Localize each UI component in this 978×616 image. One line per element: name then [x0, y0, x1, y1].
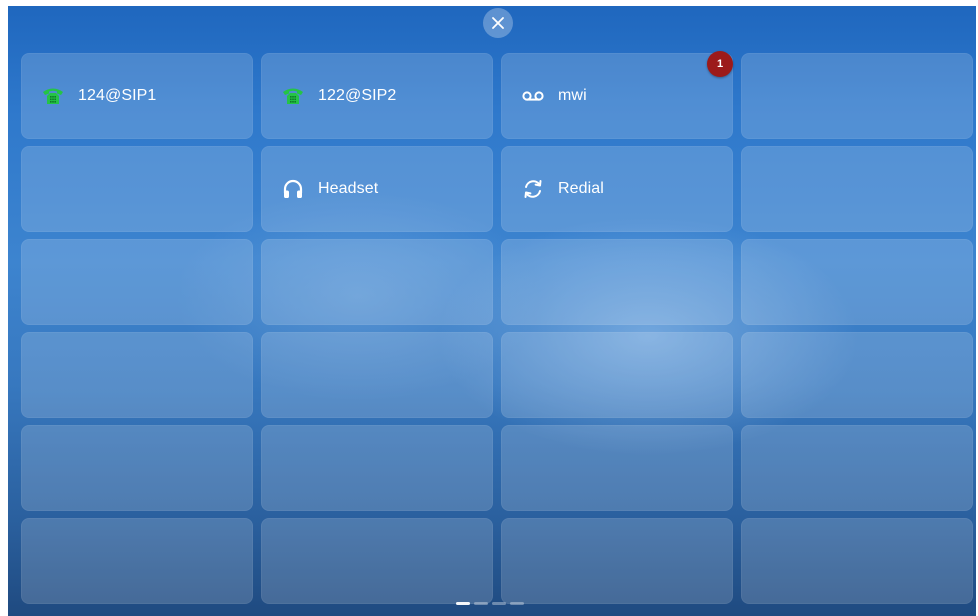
empty-key[interactable] [741, 53, 973, 139]
mwi-key-label: mwi [558, 87, 587, 104]
empty-key[interactable] [741, 425, 973, 511]
empty-key[interactable] [261, 518, 493, 604]
close-icon [492, 17, 504, 29]
empty-key[interactable] [741, 518, 973, 604]
headset-key-label: Headset [318, 180, 379, 197]
page-dot[interactable] [510, 602, 524, 605]
redial-icon [522, 178, 544, 200]
empty-key[interactable] [501, 332, 733, 418]
empty-key[interactable] [261, 332, 493, 418]
empty-key[interactable] [261, 425, 493, 511]
phone-icon [42, 85, 64, 107]
empty-key[interactable] [21, 425, 253, 511]
dsskey-screen: 124@SIP1 122@SIP2 mwi 1 Headset Redial [8, 6, 976, 616]
line-key-label: 122@SIP2 [318, 87, 397, 104]
empty-key[interactable] [501, 518, 733, 604]
page-indicator[interactable] [456, 602, 524, 605]
headset-key[interactable]: Headset [261, 146, 493, 232]
empty-key[interactable] [21, 146, 253, 232]
phone-icon [282, 85, 304, 107]
empty-key[interactable] [741, 332, 973, 418]
headset-icon [282, 178, 304, 200]
message-count-badge: 1 [707, 51, 733, 77]
line-key-124-sip1[interactable]: 124@SIP1 [21, 53, 253, 139]
empty-key[interactable] [501, 425, 733, 511]
empty-key[interactable] [741, 239, 973, 325]
empty-key[interactable] [261, 239, 493, 325]
line-key-122-sip2[interactable]: 122@SIP2 [261, 53, 493, 139]
empty-key[interactable] [741, 146, 973, 232]
voicemail-icon [522, 85, 544, 107]
redial-key-label: Redial [558, 180, 604, 197]
empty-key[interactable] [21, 518, 253, 604]
redial-key[interactable]: Redial [501, 146, 733, 232]
empty-key[interactable] [21, 239, 253, 325]
line-key-label: 124@SIP1 [78, 87, 157, 104]
empty-key[interactable] [501, 239, 733, 325]
page-dot-active[interactable] [456, 602, 470, 605]
empty-key[interactable] [21, 332, 253, 418]
mwi-key[interactable]: mwi 1 [501, 51, 733, 139]
dsskey-grid: 124@SIP1 122@SIP2 mwi 1 Headset Redial [21, 51, 973, 604]
close-button[interactable] [483, 8, 513, 38]
page-dot[interactable] [474, 602, 488, 605]
page-dot[interactable] [492, 602, 506, 605]
